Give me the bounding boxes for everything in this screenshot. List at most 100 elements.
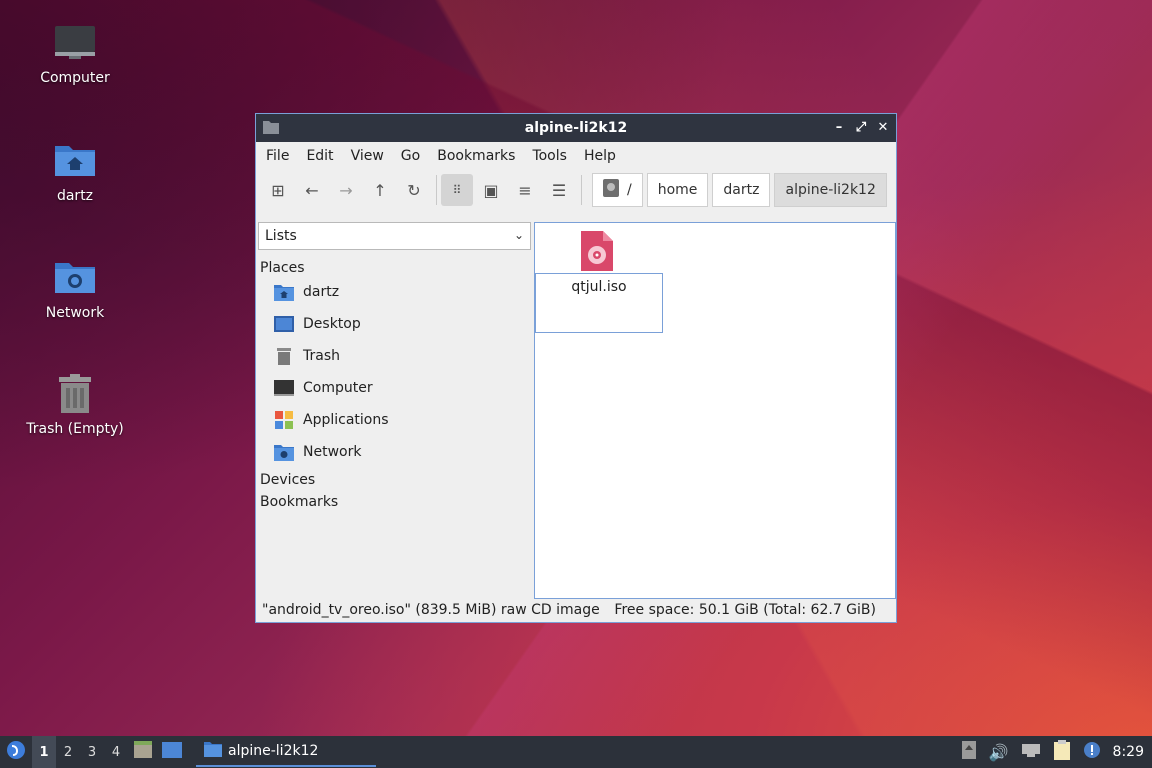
toolbar: ⊞ ← → ↑ ↻ ⠿ ▣ ≡ ☰ / home dartz alpine-li…: [256, 170, 896, 210]
workspace-2[interactable]: 2: [56, 736, 80, 768]
network-status-icon[interactable]: [1021, 742, 1041, 762]
computer-icon: [53, 22, 97, 66]
desktop-icon-trash[interactable]: Trash (Empty): [20, 373, 130, 437]
sidebar: Lists ⌄ Places dartz Desktop Trash Compu…: [258, 222, 531, 600]
file-view[interactable]: qtjul.iso: [534, 222, 896, 599]
free-space-info: Free space: 50.1 GiB (Total: 62.7 GiB): [614, 602, 876, 618]
sidebar-item-dartz[interactable]: dartz: [258, 276, 531, 308]
menubar: File Edit View Go Bookmarks Tools Help: [256, 142, 896, 170]
statusbar: "android_tv_oreo.iso" (839.5 MiB) raw CD…: [256, 598, 896, 622]
sidebar-item-label: Desktop: [303, 316, 361, 332]
sidebar-item-label: Applications: [303, 412, 389, 428]
reload-icon: ↻: [407, 180, 421, 200]
network-folder-icon: [274, 443, 294, 461]
taskbar-window-button[interactable]: alpine-li2k12: [196, 737, 376, 767]
clock[interactable]: 8:29: [1113, 744, 1144, 760]
breadcrumb-root[interactable]: /: [592, 173, 643, 207]
file-manager-window: alpine-li2k12 – ⤢ ✕ File Edit View Go Bo…: [255, 113, 897, 623]
arrow-right-icon: →: [339, 180, 353, 200]
sidebar-view-select[interactable]: Lists ⌄: [258, 222, 531, 250]
menu-view[interactable]: View: [345, 148, 390, 164]
removable-drive-icon[interactable]: [961, 741, 977, 763]
close-icon[interactable]: ✕: [876, 118, 890, 136]
sidebar-item-computer[interactable]: Computer: [258, 372, 531, 404]
breadcrumb-current[interactable]: alpine-li2k12: [774, 173, 887, 207]
home-folder-icon: [53, 140, 97, 184]
cd-image-icon[interactable]: [581, 231, 613, 271]
desktop-icon-label: Network: [45, 305, 105, 321]
compact-list-icon: ≡: [518, 180, 532, 200]
sidebar-item-label: Trash: [303, 348, 340, 364]
workspace-3[interactable]: 3: [80, 736, 104, 768]
menu-bookmarks[interactable]: Bookmarks: [431, 148, 521, 164]
compact-view-button[interactable]: ≡: [509, 174, 541, 206]
sidebar-item-network[interactable]: Network: [258, 436, 531, 468]
desktop-icon-network[interactable]: Network: [20, 257, 130, 321]
show-desktop-button[interactable]: [158, 736, 186, 768]
trash-icon: [274, 347, 294, 365]
clipboard-icon[interactable]: [1053, 740, 1071, 764]
breadcrumb-label: /: [627, 182, 632, 198]
detailed-view-button[interactable]: ☰: [543, 174, 575, 206]
sidebar-item-trash[interactable]: Trash: [258, 340, 531, 372]
start-menu-icon: [6, 740, 26, 764]
sidebar-item-applications[interactable]: Applications: [258, 404, 531, 436]
detailed-list-icon: ☰: [551, 180, 567, 200]
workspace-4[interactable]: 4: [104, 736, 128, 768]
toolbar-separator: [581, 175, 582, 205]
sidebar-item-label: dartz: [303, 284, 340, 300]
workspace-1[interactable]: 1: [32, 736, 56, 768]
up-button[interactable]: ↑: [364, 174, 396, 206]
menu-help[interactable]: Help: [578, 148, 622, 164]
menu-edit[interactable]: Edit: [300, 148, 339, 164]
minimize-icon[interactable]: –: [832, 118, 846, 136]
trash-icon: [53, 373, 97, 417]
arrow-up-icon: ↑: [373, 180, 387, 200]
taskbar-window-title: alpine-li2k12: [228, 743, 319, 759]
desktop-icon: [162, 742, 182, 762]
volume-icon[interactable]: 🔊: [989, 743, 1009, 762]
file-manager-launcher[interactable]: [128, 736, 158, 768]
breadcrumb-home[interactable]: home: [646, 173, 709, 207]
home-folder-icon: [274, 283, 294, 301]
menu-file[interactable]: File: [260, 148, 295, 164]
forward-button[interactable]: →: [330, 174, 362, 206]
reload-button[interactable]: ↻: [398, 174, 430, 206]
notification-icon[interactable]: [1083, 741, 1101, 763]
file-manager-icon: [133, 741, 153, 763]
desktop-icon: [274, 315, 294, 333]
menu-tools[interactable]: Tools: [526, 148, 573, 164]
breadcrumb-dartz[interactable]: dartz: [712, 173, 771, 207]
bookmarks-header[interactable]: Bookmarks: [258, 494, 531, 510]
icon-view-button[interactable]: ⠿: [441, 174, 473, 206]
new-tab-icon: ⊞: [271, 180, 285, 200]
thumbnail-view-button[interactable]: ▣: [475, 174, 507, 206]
folder-icon: [204, 741, 222, 761]
chevron-down-icon: ⌄: [513, 228, 524, 242]
sidebar-item-label: Network: [303, 444, 362, 460]
select-value: Lists: [265, 228, 297, 244]
back-button[interactable]: ←: [296, 174, 328, 206]
applications-icon: [274, 411, 294, 429]
app-menu-button[interactable]: [0, 736, 32, 768]
selection-info: "android_tv_oreo.iso" (839.5 MiB) raw CD…: [262, 602, 600, 618]
rename-field[interactable]: qtjul.iso: [535, 273, 663, 333]
sidebar-item-desktop[interactable]: Desktop: [258, 308, 531, 340]
devices-header[interactable]: Devices: [258, 472, 531, 488]
window-titlebar[interactable]: alpine-li2k12 – ⤢ ✕: [256, 114, 896, 142]
maximize-icon[interactable]: ⤢: [854, 118, 868, 136]
toolbar-separator: [436, 175, 437, 205]
desktop-icon-label: Trash (Empty): [26, 421, 124, 437]
desktop-icon-computer[interactable]: Computer: [20, 22, 130, 86]
menu-go[interactable]: Go: [395, 148, 426, 164]
desktop-icon-dartz[interactable]: dartz: [20, 140, 130, 204]
network-folder-icon: [53, 257, 97, 301]
drive-icon: [603, 179, 619, 201]
window-title: alpine-li2k12: [524, 120, 628, 136]
new-tab-button[interactable]: ⊞: [262, 174, 294, 206]
places-header: Places: [260, 260, 305, 276]
grid-icon: ⠿: [452, 183, 462, 197]
breadcrumb: / home dartz alpine-li2k12: [592, 173, 891, 207]
system-tray: 🔊 8:29: [961, 736, 1152, 768]
folder-icon: [263, 120, 279, 134]
